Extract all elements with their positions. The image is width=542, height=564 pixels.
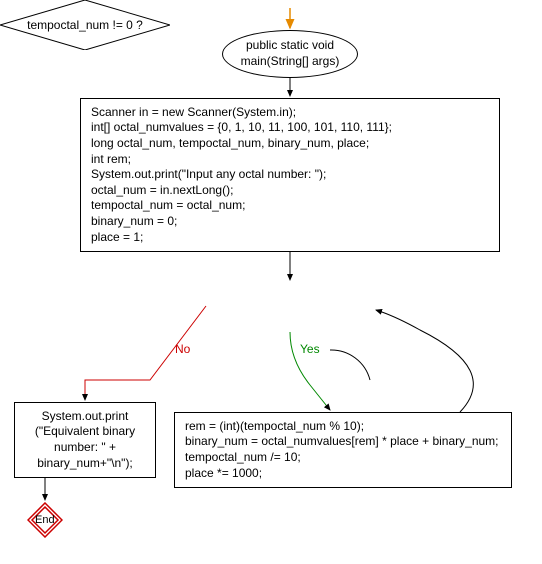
entry-terminal: public static voidmain(String[] args) (222, 30, 358, 78)
loop-body-block: rem = (int)(tempoctal_num % 10); binary_… (174, 412, 512, 488)
init-line: octal_num = in.nextLong(); (91, 183, 489, 199)
output-line: ("Equivalent binary (15, 424, 155, 440)
loop-line: binary_num = octal_numvalues[rem] * plac… (185, 434, 501, 450)
output-line: System.out.print (15, 409, 155, 425)
init-line: int rem; (91, 152, 489, 168)
loop-line: tempoctal_num /= 10; (185, 450, 501, 466)
output-block: System.out.print ("Equivalent binary num… (14, 402, 156, 478)
entry-label: public static voidmain(String[] args) (241, 38, 340, 69)
output-line: number: " + (15, 440, 155, 456)
output-line: binary_num+"\n"); (15, 456, 155, 472)
loop-line: place *= 1000; (185, 466, 501, 482)
init-line: long octal_num, tempoctal_num, binary_nu… (91, 136, 489, 152)
edge-no-label: No (175, 342, 190, 356)
loop-line: rem = (int)(tempoctal_num % 10); (185, 419, 501, 435)
init-line: int[] octal_numvalues = {0, 1, 10, 11, 1… (91, 120, 489, 136)
init-block: Scanner in = new Scanner(System.in); int… (80, 98, 500, 252)
init-line: binary_num = 0; (91, 214, 489, 230)
decision-label: tempoctal_num != 0 ? (0, 18, 170, 32)
loop-condition: tempoctal_num != 0 ? (0, 0, 170, 50)
end-label: End (35, 514, 55, 526)
init-line: tempoctal_num = octal_num; (91, 198, 489, 214)
init-line: place = 1; (91, 230, 489, 246)
edge-yes-label: Yes (300, 342, 320, 356)
init-line: System.out.print("Input any octal number… (91, 167, 489, 183)
flowchart-container: public static voidmain(String[] args) Sc… (0, 0, 542, 564)
init-line: Scanner in = new Scanner(System.in); (91, 105, 489, 121)
